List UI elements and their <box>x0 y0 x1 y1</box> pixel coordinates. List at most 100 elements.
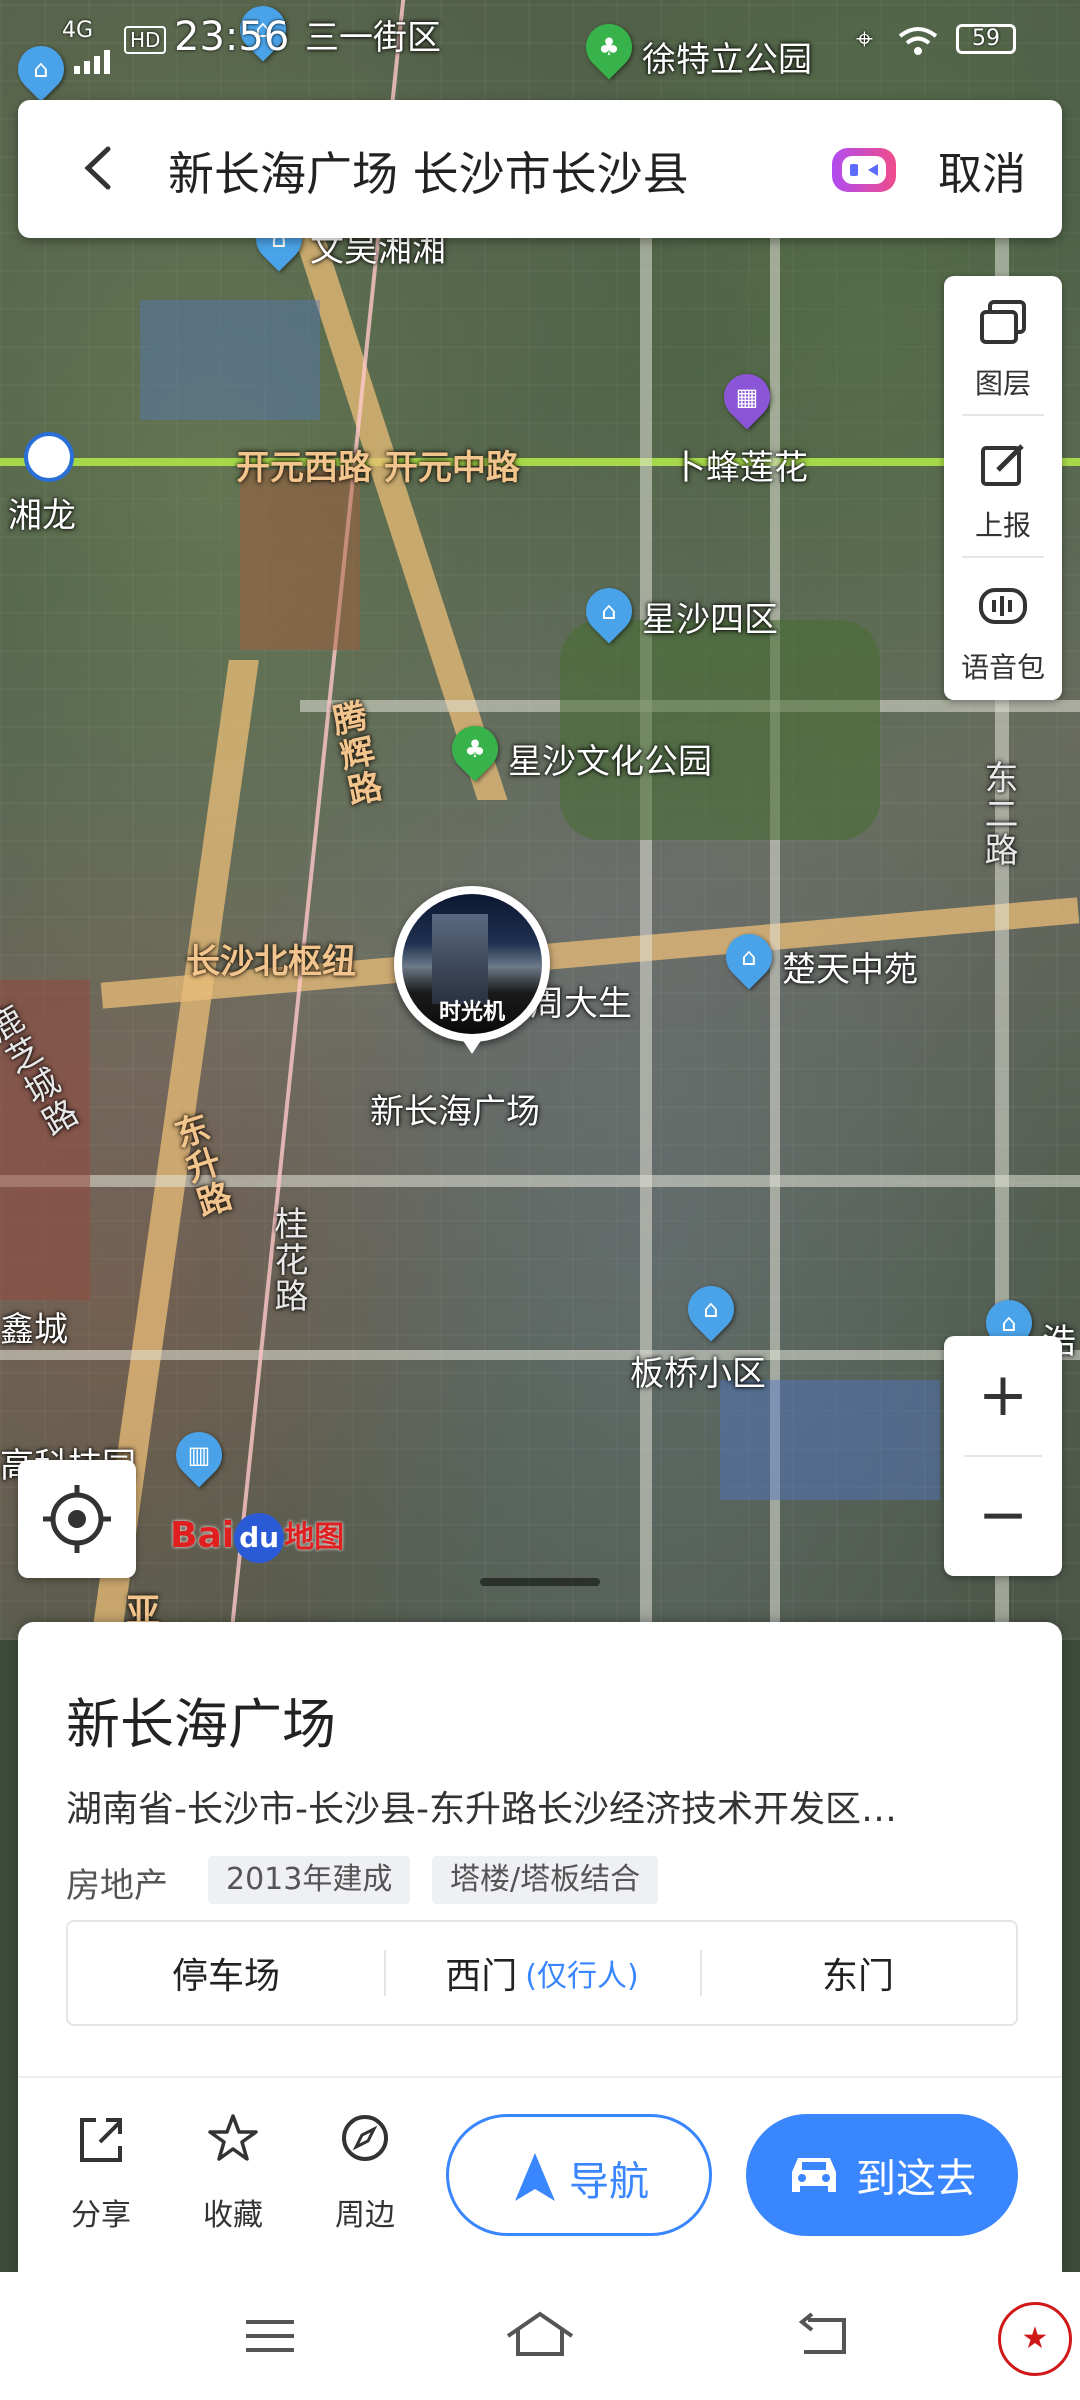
building-icon: ▥ <box>187 1441 211 1469</box>
logo-du: du <box>239 1521 280 1554</box>
road-h3 <box>0 1350 1080 1360</box>
pin-banqiao[interactable]: ⌂ <box>678 1276 744 1342</box>
voice-pack-button[interactable]: 语音包 <box>944 560 1062 700</box>
entrance-label: 西门 <box>445 1956 518 1997</box>
pin-hightech[interactable]: ▥ <box>166 1422 232 1488</box>
entrance-note: (仅行人) <box>525 1959 639 1994</box>
watermark-stamp: ★ <box>998 2302 1072 2376</box>
pin-lotus[interactable]: ▦ <box>714 364 780 430</box>
map-tools-panel: 图层 上报 语音包 <box>944 276 1062 700</box>
entrance-parking[interactable]: 停车场 <box>68 1922 384 2024</box>
system-navigation-bar: ★ <box>0 2272 1080 2400</box>
share-label: 分享 <box>71 2198 131 2233</box>
label-culture-park: 星沙文化公园 <box>508 742 712 782</box>
search-bar[interactable]: 新长海广场 长沙市长沙县 取消 <box>18 100 1062 238</box>
favorite-button[interactable]: 收藏 <box>178 2112 288 2242</box>
tag-built-year: 2013年建成 <box>208 1856 411 1904</box>
pin-chutian[interactable]: ⌂ <box>716 924 782 990</box>
label-guihua-road: 桂花路 <box>268 1206 308 1314</box>
time-machine-marker[interactable]: 时光机 <box>394 886 550 1054</box>
blue-roof-area <box>140 300 320 420</box>
nearby-button[interactable]: 周边 <box>310 2112 420 2242</box>
compass-icon <box>342 2115 388 2161</box>
red-dirt-area <box>240 470 360 650</box>
share-button[interactable]: 分享 <box>46 2112 156 2242</box>
report-button[interactable]: 上报 <box>944 418 1062 558</box>
layers-label: 图层 <box>974 367 1031 400</box>
star-icon <box>208 2114 258 2161</box>
voice-icon <box>979 588 1027 624</box>
paw-icon: du <box>234 1513 285 1563</box>
pin-xingsha4[interactable]: ⌂ <box>576 578 642 644</box>
back-nav-icon[interactable] <box>794 2312 852 2358</box>
blue-roof-area <box>720 1380 940 1500</box>
time-machine-photo: 时光机 <box>402 894 542 1034</box>
house-icon: ⌂ <box>703 1295 719 1323</box>
entrance-label: 停车场 <box>171 1956 280 1997</box>
house-icon: ⌂ <box>601 597 617 625</box>
go-here-label: 到这去 <box>856 2156 976 2202</box>
ar-camera-icon[interactable] <box>828 142 900 198</box>
label-xingsha4: 星沙四区 <box>642 600 778 640</box>
entrance-label: 东门 <box>821 1956 894 1997</box>
tag-building-type: 塔楼/塔板结合 <box>432 1856 659 1904</box>
voice-pack-label: 语音包 <box>960 651 1045 684</box>
back-icon[interactable] <box>78 145 118 191</box>
go-here-button[interactable]: 到这去 <box>746 2114 1018 2236</box>
marker-tail <box>460 1036 484 1054</box>
label-tenghui-road: 腾辉路 <box>323 697 385 812</box>
layers-button[interactable]: 图层 <box>944 276 1062 416</box>
home-icon[interactable] <box>504 2310 576 2358</box>
wifi-icon <box>898 20 938 66</box>
label-kaiyuan-road: 开元西路 开元中路 <box>236 448 520 488</box>
satellite-map[interactable]: 三一街区 ⌂ 徐特立公园 ♣ ⌂ 文吴湘湘 ⌂ 开元西路 开元中路 卜蜂莲花 ▦… <box>0 0 1080 1640</box>
navigate-button[interactable]: 导航 <box>446 2114 712 2236</box>
drag-handle[interactable] <box>480 1578 600 1586</box>
poi-title: 新长海广场 <box>66 1693 336 1756</box>
pin-culture-park[interactable]: ♣ <box>442 716 508 782</box>
report-label: 上报 <box>974 509 1031 542</box>
hd-badge: HD <box>124 26 167 54</box>
poi-address: 湖南省-长沙市-长沙县-东升路长沙经济技术开发区… <box>66 1789 897 1830</box>
status-bar: 4G HD 23:56 ⌖ 59 <box>0 0 1080 80</box>
poi-detail-card[interactable]: 新长海广场 湖南省-长沙市-长沙县-东升路长沙经济技术开发区… 房地产 2013… <box>18 1578 1062 2272</box>
zoom-out-button[interactable]: − <box>944 1456 1062 1574</box>
navigate-label: 导航 <box>569 2159 649 2205</box>
label-xianglong: 湘龙 <box>8 496 76 536</box>
locate-icon <box>43 1485 111 1553</box>
time-machine-label: 时光机 <box>438 1000 505 1025</box>
house-icon: ⌂ <box>741 943 757 971</box>
search-query[interactable]: 新长海广场 长沙市长沙县 <box>168 138 689 204</box>
label-banqiao: 板桥小区 <box>630 1354 766 1394</box>
baidu-map-logo: Bai du 地图 <box>170 1512 344 1572</box>
entrance-east-gate[interactable]: 东门 <box>700 1922 1016 2024</box>
location-icon: ⌖ <box>856 22 873 57</box>
car-icon <box>792 2158 836 2192</box>
entrance-west-gate[interactable]: 西门 (仅行人) <box>384 1922 700 2024</box>
entrance-list: 停车场 西门 (仅行人) 东门 <box>66 1920 1018 2026</box>
label-xiangcheng: 鑫城 <box>0 1310 68 1350</box>
favorite-label: 收藏 <box>203 2198 263 2233</box>
label-selected-poi: 新长海广场 <box>370 1092 540 1132</box>
tree-icon: ♣ <box>464 735 486 763</box>
divider <box>962 414 1044 416</box>
metro-icon[interactable] <box>24 432 74 482</box>
road-kaiyuan <box>0 458 1080 466</box>
park-area <box>560 620 880 840</box>
cancel-button[interactable]: 取消 <box>938 138 1026 202</box>
battery-level: 59 <box>972 26 1000 51</box>
layers-icon <box>980 300 1026 344</box>
road-v1 <box>640 160 652 1640</box>
share-icon <box>80 2118 122 2162</box>
zoom-control: + − <box>944 1336 1062 1576</box>
menu-icon[interactable] <box>242 2316 298 2356</box>
logo-bai: Bai <box>170 1515 235 1556</box>
signal-icon <box>74 38 114 74</box>
edit-icon <box>981 444 1024 486</box>
divider <box>962 556 1044 558</box>
zoom-in-button[interactable]: + <box>944 1336 1062 1454</box>
nearby-label: 周边 <box>335 2198 395 2233</box>
battery-icon: 59 <box>956 24 1016 54</box>
locate-button[interactable] <box>18 1460 136 1578</box>
road-h2 <box>0 1175 1080 1187</box>
